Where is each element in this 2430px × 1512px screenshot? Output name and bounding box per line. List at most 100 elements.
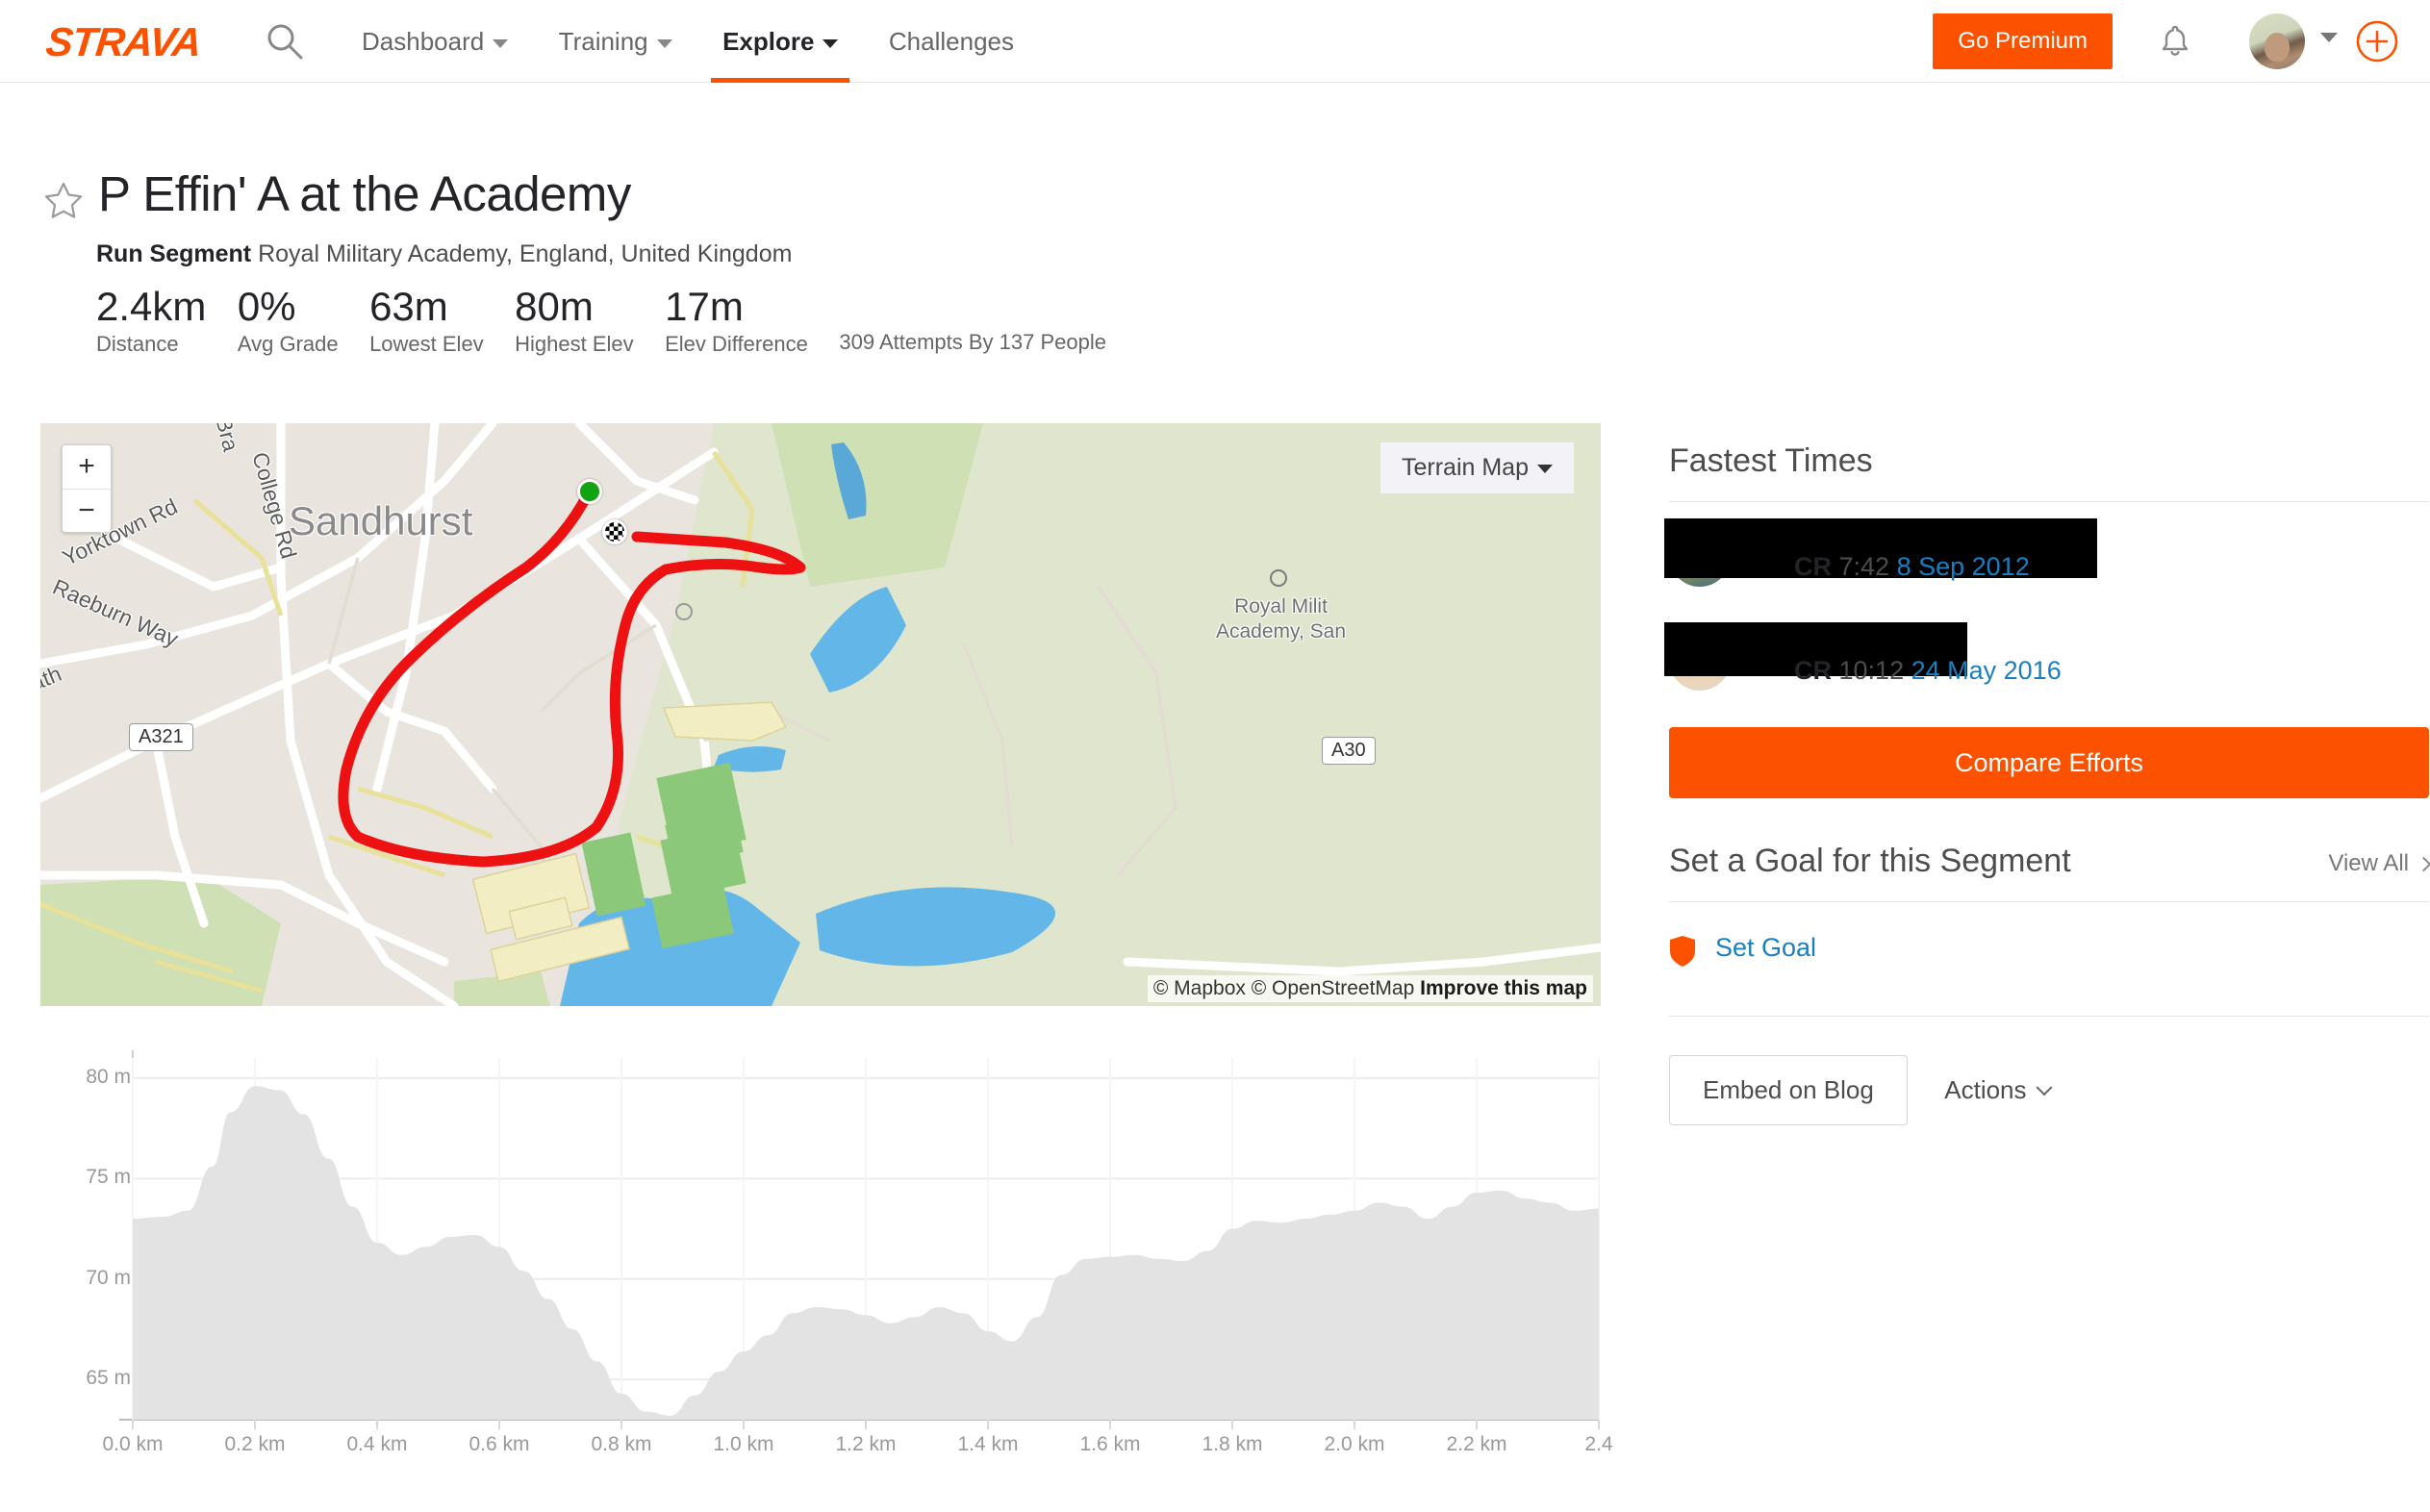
map-layer-selector[interactable]: Terrain Map: [1380, 442, 1574, 493]
x-axis-tick-label: 0.0 km: [102, 1433, 164, 1455]
segment-map[interactable]: + − Terrain Map Sandhurst Yorktown Rd Co…: [40, 423, 1601, 1006]
segment-subtitle: Run Segment Royal Military Academy, Engl…: [96, 240, 792, 268]
chevron-down-icon: [2036, 1079, 2053, 1096]
fastest-times-heading: Fastest Times: [1669, 442, 2429, 502]
effort-detail: CR 10:12 24 May 2016: [1794, 656, 2062, 686]
effort-time: 10:12: [1838, 656, 1905, 685]
y-axis-tick-label: 70 m: [86, 1266, 131, 1289]
stat-distance: 2.4km Distance: [96, 284, 206, 359]
x-axis-tick-label: 0.8 km: [591, 1433, 652, 1455]
x-axis-tick-label: 1.2 km: [835, 1433, 897, 1455]
stat-lowest-elev: 63m Lowest Elev: [369, 284, 484, 359]
nav-item-training[interactable]: Training: [536, 0, 696, 83]
route-finish-marker: [602, 519, 627, 544]
x-axis-tick-label: 1.6 km: [1079, 1433, 1141, 1455]
x-axis-tick-label: 1.0 km: [713, 1433, 774, 1455]
nav-label: Explore: [722, 27, 815, 56]
search-icon[interactable]: [265, 21, 305, 62]
sidebar: Fastest Times CR 7:42 8 Sep 2012 CR 10:1…: [1664, 442, 2430, 1125]
x-axis-tick-label: 0.6 km: [468, 1433, 530, 1455]
stat-label: Lowest Elev: [369, 332, 484, 356]
page-title: P Effin' A at the Academy: [98, 166, 631, 221]
nav-label: Dashboard: [362, 27, 485, 56]
stat-label: Distance: [96, 332, 179, 356]
chevron-down-icon: [656, 38, 672, 48]
stat-value: 0%: [237, 284, 296, 329]
stat-highest-elev: 80m Highest Elev: [515, 284, 634, 359]
segment-location: Royal Military Academy, England, United …: [258, 240, 793, 267]
nav-label: Challenges: [888, 27, 1014, 56]
main-nav: Dashboard Training Explore Challenges: [339, 0, 1037, 83]
star-outline-icon[interactable]: [42, 179, 85, 221]
site-header: STRAVA Dashboard Training Explore Challe…: [0, 0, 2430, 83]
improve-map-link[interactable]: Improve this map: [1420, 977, 1587, 999]
x-axis-tick-label: 0.2 km: [224, 1433, 286, 1455]
stat-value: 80m: [515, 284, 594, 329]
x-axis-tick-label: 2.2 km: [1446, 1433, 1507, 1455]
segment-stats: 2.4km Distance 0% Avg Grade 63m Lowest E…: [96, 284, 1106, 359]
set-goal-section: Set a Goal for this Segment View All Set…: [1669, 843, 2430, 973]
effort-date[interactable]: 24 May 2016: [1911, 656, 2062, 685]
avatar[interactable]: [2249, 13, 2305, 69]
x-axis-tick-label: 2.0 km: [1324, 1433, 1385, 1455]
chevron-right-icon: [2416, 856, 2430, 872]
attempts-text: 309 Attempts By 137 People: [839, 330, 1106, 354]
stat-value: 2.4km: [96, 284, 207, 329]
map-shield-a321: A321: [129, 723, 193, 751]
strava-logo[interactable]: STRAVA: [43, 19, 203, 65]
nav-item-challenges[interactable]: Challenges: [866, 0, 1037, 83]
x-axis-tick-label: 0.4 km: [346, 1433, 408, 1455]
status-badge: CR: [1794, 656, 1832, 685]
chevron-down-icon[interactable]: [2320, 33, 2338, 42]
effort-detail: CR 7:42 8 Sep 2012: [1794, 552, 2030, 582]
set-goal-link[interactable]: Set Goal: [1715, 933, 1816, 963]
y-axis-tick-label: 65 m: [86, 1367, 131, 1390]
x-axis-tick-label: 1.4 km: [957, 1433, 1019, 1455]
segment-title-row: P Effin' A at the Academy: [42, 165, 631, 222]
stat-value: 63m: [369, 284, 448, 329]
nav-item-dashboard[interactable]: Dashboard: [339, 0, 531, 83]
effort-date[interactable]: 8 Sep 2012: [1897, 552, 2030, 581]
map-place-label-sandhurst: Sandhurst: [289, 498, 473, 543]
map-layer-label: Terrain Map: [1402, 454, 1529, 481]
view-all-link[interactable]: View All: [2328, 850, 2430, 877]
embed-on-blog-button[interactable]: Embed on Blog: [1669, 1055, 1908, 1125]
actions-menu-button[interactable]: Actions: [1940, 1056, 2053, 1124]
x-axis-tick-label: 1.8 km: [1202, 1433, 1263, 1455]
fastest-time-row[interactable]: CR 7:42 8 Sep 2012: [1664, 502, 2429, 606]
view-all-label: View All: [2328, 850, 2409, 876]
x-axis-tick-label: 2.4: [1584, 1433, 1613, 1455]
zoom-in-button[interactable]: +: [63, 445, 111, 489]
map-zoom-control[interactable]: + −: [62, 444, 112, 533]
chevron-down-icon: [493, 38, 509, 48]
map-poi-royal-military-academy: Royal Milit Academy, San: [1216, 594, 1346, 644]
poi-line-1: Royal Milit: [1234, 595, 1328, 617]
stat-label: Elev Difference: [665, 332, 808, 356]
set-goal-row[interactable]: Set Goal: [1669, 933, 2429, 973]
fastest-time-row[interactable]: CR 10:12 24 May 2016: [1664, 606, 2429, 710]
nav-item-explore[interactable]: Explore: [699, 0, 861, 83]
chevron-down-icon: [1537, 464, 1553, 473]
poi-line-2: Academy, San: [1216, 620, 1347, 643]
set-goal-heading: Set a Goal for this Segment View All: [1669, 843, 2430, 902]
stat-value: 17m: [665, 284, 744, 329]
y-axis-tick-label: 75 m: [86, 1166, 131, 1189]
map-attribution[interactable]: © Mapbox © OpenStreetMap Improve this ma…: [1147, 975, 1593, 1002]
compare-efforts-button[interactable]: Compare Efforts: [1669, 727, 2429, 798]
status-badge: CR: [1794, 552, 1832, 581]
map-shield-a30: A30: [1322, 737, 1376, 765]
route-start-marker: [577, 479, 602, 504]
bell-icon[interactable]: [2155, 21, 2195, 62]
attribution-text: © Mapbox © OpenStreetMap: [1152, 977, 1421, 999]
elevation-chart-svg: [119, 1050, 1600, 1429]
elevation-chart: 65 m 70 m 75 m 80 m 0.0 km 0.2 km 0.4 km 0.6 k…: [40, 1048, 1613, 1500]
set-goal-heading-label: Set a Goal for this Segment: [1669, 843, 2071, 879]
map-poi-marker-icon: [1270, 569, 1287, 587]
map-poi-marker-icon: [675, 603, 693, 620]
go-premium-button[interactable]: Go Premium: [1933, 13, 2113, 69]
effort-time: 7:42: [1838, 552, 1890, 581]
segment-actions: Embed on Blog Actions: [1669, 1016, 2429, 1125]
segment-type: Run Segment: [96, 240, 252, 267]
plus-circle-icon[interactable]: [2353, 17, 2401, 65]
actions-label: Actions: [1944, 1075, 2027, 1104]
